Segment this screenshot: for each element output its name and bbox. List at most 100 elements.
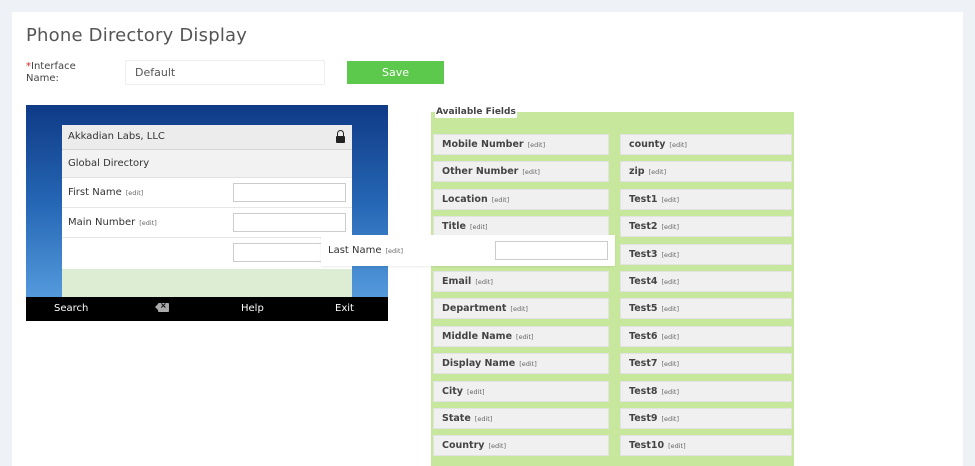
edit-link[interactable]: [edit]	[661, 305, 679, 313]
available-field[interactable]: State [edit]	[433, 408, 609, 429]
available-field[interactable]: Test4 [edit]	[620, 271, 792, 292]
available-fields-title: Available Fields	[435, 106, 517, 118]
edit-link[interactable]: [edit]	[661, 388, 679, 396]
available-field[interactable]: Mobile Number [edit]	[433, 134, 609, 155]
edit-link[interactable]: [edit]	[488, 442, 506, 450]
available-field[interactable]: Test8 [edit]	[620, 380, 792, 402]
available-field-label: Test9	[629, 413, 658, 424]
edit-link[interactable]: [edit]	[516, 333, 534, 341]
edit-link[interactable]: [edit]	[475, 278, 493, 286]
edit-link[interactable]: [edit]	[661, 278, 679, 286]
dragged-field-label: Last Name	[328, 245, 382, 256]
edit-link[interactable]: [edit]	[669, 141, 687, 149]
edit-link[interactable]: [edit]	[475, 415, 493, 423]
available-field-label: State	[442, 413, 471, 424]
edit-link[interactable]: [edit]	[661, 360, 679, 368]
available-field[interactable]: county [edit]	[620, 134, 792, 155]
available-field[interactable]: Other Number [edit]	[433, 161, 609, 183]
main-panel: Phone Directory Display *Interface Name:…	[12, 12, 963, 466]
backspace-icon[interactable]: ×	[155, 301, 169, 312]
available-field-label: county	[629, 139, 666, 150]
available-field[interactable]: Country [edit]	[433, 435, 609, 457]
phone-screen: Akkadian Labs, LLC Global Directory Firs…	[62, 125, 352, 297]
phone-field-input[interactable]	[233, 213, 346, 232]
phone-header: Akkadian Labs, LLC	[62, 125, 352, 150]
available-field[interactable]: Test9 [edit]	[620, 408, 792, 429]
available-field-label: Test8	[629, 385, 658, 397]
available-fields-panel: Available Fields Mobile Number [edit] Othe…	[431, 106, 794, 466]
available-field-label: Title	[442, 221, 466, 233]
available-field-label: Test1	[629, 193, 658, 205]
available-field-label: Email	[442, 276, 472, 287]
edit-link[interactable]: [edit]	[492, 196, 510, 204]
available-field[interactable]: Test5 [edit]	[620, 298, 792, 320]
available-field[interactable]: Test1 [edit]	[620, 188, 792, 210]
available-field-label: Test2	[629, 221, 658, 233]
available-field-label: Country	[442, 440, 485, 452]
phone-field-row[interactable]: First Name [edit]	[62, 178, 352, 208]
available-field[interactable]: City [edit]	[433, 380, 609, 402]
save-button[interactable]: Save	[347, 61, 444, 84]
available-field[interactable]: zip [edit]	[620, 161, 792, 183]
phone-preview: Akkadian Labs, LLC Global Directory Firs…	[26, 105, 388, 321]
edit-link[interactable]: [edit]	[126, 189, 144, 197]
phone-header-title: Akkadian Labs, LLC	[68, 131, 165, 142]
available-field-label: zip	[629, 166, 645, 178]
phone-softkey-bar: Search × Help Exit	[26, 297, 388, 321]
available-field-label: Location	[442, 193, 488, 205]
available-field[interactable]: Department [edit]	[433, 298, 609, 320]
lock-icon	[336, 130, 345, 143]
dragged-field-input[interactable]	[495, 241, 608, 260]
page-title: Phone Directory Display	[26, 25, 248, 46]
available-field[interactable]: Test3 [edit]	[620, 243, 792, 265]
edit-link[interactable]: [edit]	[649, 168, 667, 176]
available-field[interactable]: Email [edit]	[433, 271, 609, 292]
available-field-label: Test3	[629, 248, 658, 260]
available-field-label: Other Number	[442, 166, 519, 178]
phone-subheader: Global Directory	[62, 150, 352, 178]
available-field[interactable]: Test7 [edit]	[620, 353, 792, 375]
available-field[interactable]: Middle Name [edit]	[433, 325, 609, 347]
available-field-label: Test6	[629, 330, 658, 342]
edit-link[interactable]: [edit]	[661, 333, 679, 341]
available-field[interactable]: Test2 [edit]	[620, 216, 792, 238]
edit-link[interactable]: [edit]	[661, 415, 679, 423]
available-field[interactable]: Test6 [edit]	[620, 325, 792, 347]
edit-link[interactable]: [edit]	[661, 251, 679, 259]
edit-link[interactable]: [edit]	[522, 168, 540, 176]
phone-drop-zone[interactable]	[62, 269, 352, 297]
edit-link[interactable]: [edit]	[519, 360, 537, 368]
available-field[interactable]: Location [edit]	[433, 188, 609, 210]
available-field[interactable]: Test10 [edit]	[620, 435, 792, 457]
edit-link[interactable]: [edit]	[139, 219, 157, 227]
available-field-label: Test5	[629, 303, 658, 315]
interface-name-input[interactable]	[125, 60, 325, 85]
edit-link[interactable]: [edit]	[386, 247, 404, 255]
dragged-field[interactable]: Last Name [edit]	[321, 235, 615, 266]
available-field-label: Mobile Number	[442, 139, 524, 150]
edit-link[interactable]: [edit]	[661, 196, 679, 204]
softkey-search[interactable]: Search	[54, 303, 88, 314]
edit-link[interactable]: [edit]	[661, 223, 679, 231]
edit-link[interactable]: [edit]	[470, 223, 488, 231]
available-field-label: Display Name	[442, 358, 516, 370]
available-field-label: Department	[442, 303, 507, 315]
interface-name-label: *Interface Name:	[26, 61, 96, 85]
available-field-label: Test7	[629, 358, 658, 370]
available-field-label: Test4	[629, 276, 658, 287]
softkey-help[interactable]: Help	[241, 303, 264, 314]
available-field-label: Middle Name	[442, 330, 513, 342]
softkey-exit[interactable]: Exit	[335, 303, 354, 314]
edit-link[interactable]: [edit]	[510, 305, 528, 313]
edit-link[interactable]: [edit]	[467, 388, 485, 396]
edit-link[interactable]: [edit]	[528, 141, 546, 149]
phone-field-label: First Name	[68, 187, 122, 198]
phone-field-row[interactable]: Main Number [edit]	[62, 208, 352, 238]
available-field[interactable]: Display Name [edit]	[433, 353, 609, 375]
interface-name-label-text: Interface Name:	[26, 61, 76, 84]
phone-field-label: Main Number	[68, 217, 136, 228]
available-field-label: Test10	[629, 440, 665, 452]
phone-field-input[interactable]	[233, 183, 346, 202]
edit-link[interactable]: [edit]	[668, 442, 686, 450]
phone-field-drop-slot[interactable]	[62, 238, 352, 268]
